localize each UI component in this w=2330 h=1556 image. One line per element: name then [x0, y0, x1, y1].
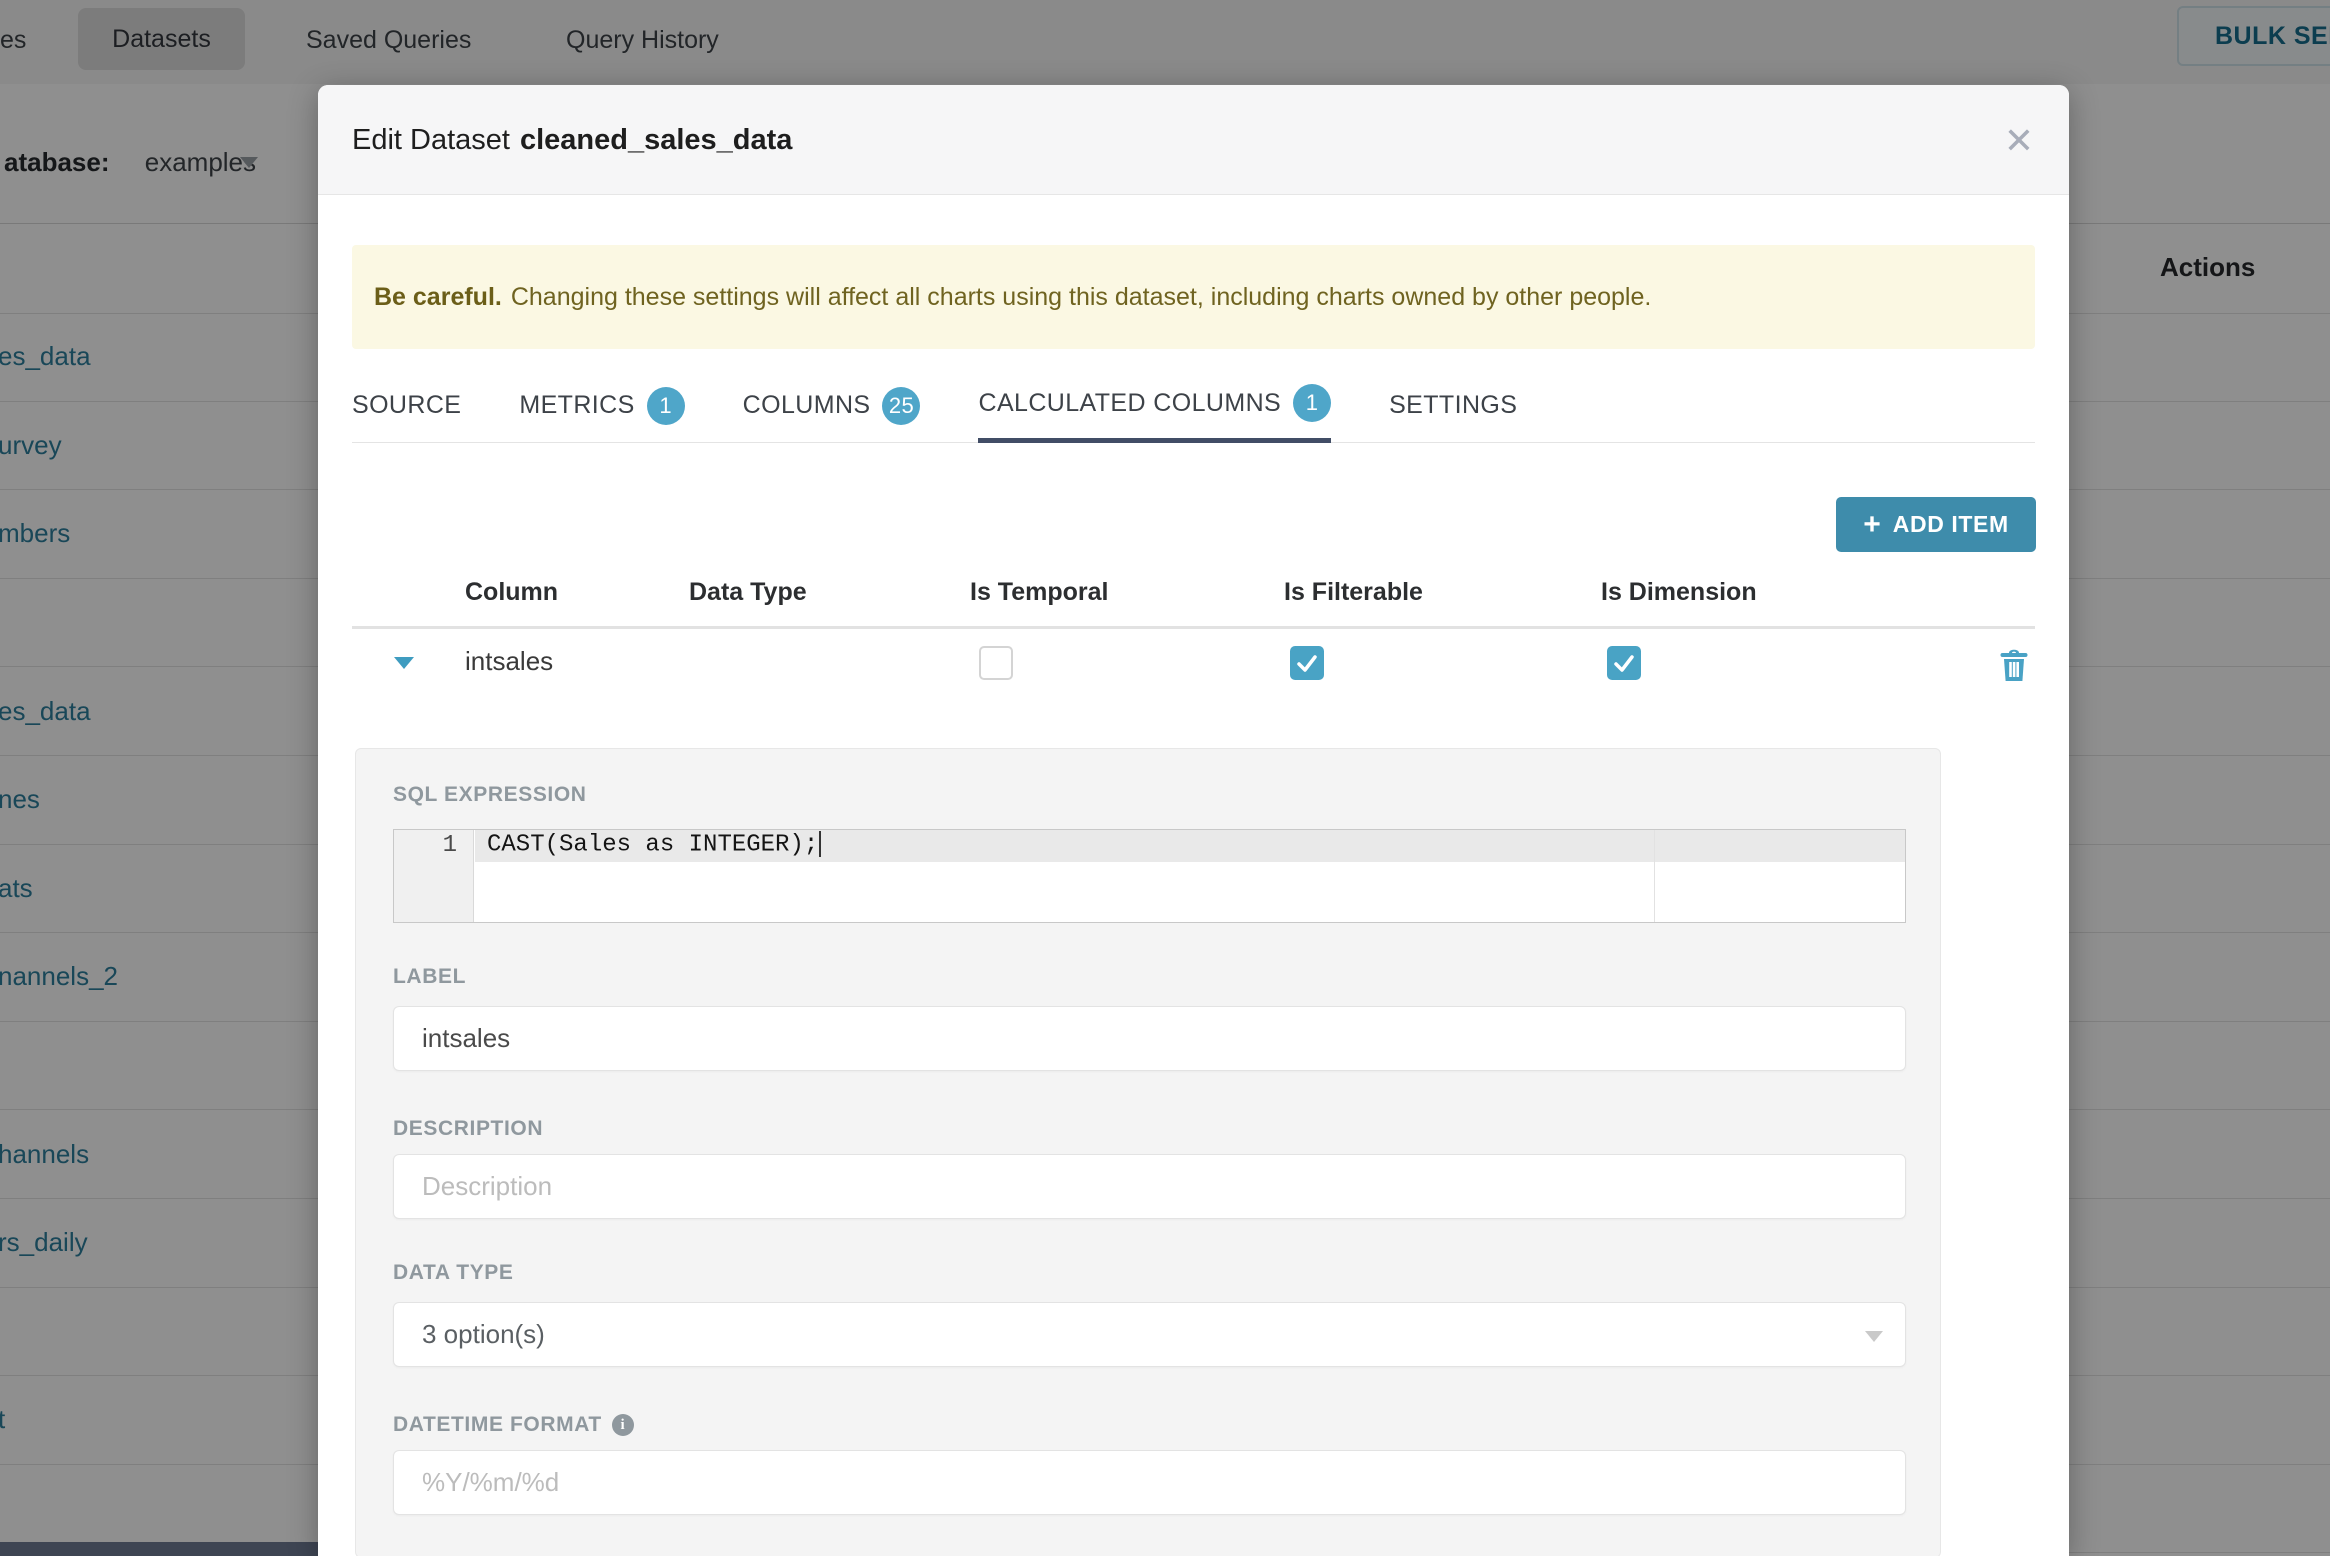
modal-tabs: SOURCE METRICS 1 COLUMNS 25 CALCULATED C… [352, 368, 2035, 443]
tab-settings-label: SETTINGS [1389, 391, 1518, 419]
is-temporal-checkbox[interactable] [979, 646, 1013, 680]
sql-expression-label: SQL EXPRESSION [393, 783, 587, 806]
modal-header: Edit Dataset cleaned_sales_data ✕ [318, 85, 2069, 195]
data-type-select[interactable]: 3 option(s) [393, 1302, 1906, 1367]
sql-code: CAST(Sales as INTEGER); [487, 831, 822, 859]
tab-source-label: SOURCE [352, 391, 462, 419]
sql-code-text: CAST(Sales as INTEGER); [487, 831, 819, 859]
columns-count-badge: 25 [882, 386, 921, 425]
tab-columns-label: COLUMNS [742, 391, 871, 419]
warning-banner-text: Changing these settings will affect all … [510, 282, 1652, 311]
warning-banner: Be careful. Changing these settings will… [352, 245, 2035, 349]
metrics-count-badge: 1 [646, 386, 685, 425]
screen: es Datasets Saved Queries Query History … [0, 0, 2330, 1556]
add-item-button[interactable]: + ADD ITEM [1836, 497, 2036, 552]
column-header-is-temporal: Is Temporal [970, 578, 1109, 606]
tab-calculated-columns[interactable]: CALCULATED COLUMNS 1 [978, 368, 1332, 443]
datetime-format-label-text: DATETIME FORMAT [393, 1413, 602, 1436]
add-item-label: ADD ITEM [1892, 511, 2009, 537]
is-filterable-checkbox[interactable] [1290, 646, 1324, 680]
close-icon[interactable]: ✕ [1995, 117, 2043, 165]
sql-expression-editor[interactable]: 1 CAST(Sales as INTEGER); [393, 829, 1906, 923]
data-type-field-label: DATA TYPE [393, 1261, 514, 1284]
column-header-column: Column [465, 578, 559, 606]
tab-columns[interactable]: COLUMNS 25 [743, 368, 921, 443]
text-cursor [819, 831, 822, 857]
tab-settings[interactable]: SETTINGS [1389, 368, 1517, 443]
tab-metrics[interactable]: METRICS 1 [519, 368, 685, 443]
calculated-columns-count-badge: 1 [1293, 384, 1332, 422]
is-dimension-checkbox[interactable] [1607, 646, 1641, 680]
column-header-is-filterable: Is Filterable [1284, 578, 1423, 606]
modal-title-prefix: Edit Dataset [352, 123, 510, 156]
label-field-label: LABEL [393, 965, 466, 988]
editor-line-number: 1 [394, 830, 474, 922]
tab-source[interactable]: SOURCE [352, 368, 461, 443]
datetime-format-field-label: DATETIME FORMAT i [393, 1413, 634, 1437]
chevron-down-icon [1865, 1331, 1883, 1342]
label-input[interactable] [393, 1006, 1906, 1071]
tab-metrics-label: METRICS [519, 391, 635, 419]
tab-calculated-columns-label: CALCULATED COLUMNS [978, 388, 1282, 417]
plus-icon: + [1863, 507, 1881, 541]
modal-title: Edit Dataset cleaned_sales_data [352, 85, 792, 195]
data-type-select-value: 3 option(s) [422, 1319, 545, 1349]
delete-trash-icon[interactable] [1998, 649, 2030, 683]
check-icon [1297, 655, 1317, 672]
datetime-format-input[interactable] [393, 1450, 1906, 1515]
editor-print-margin [1654, 830, 1655, 922]
calculated-column-detail-panel: SQL EXPRESSION 1 CAST(Sales as INTEGER);… [355, 748, 1941, 1556]
description-input[interactable] [393, 1154, 1906, 1219]
column-header-data-type: Data Type [689, 578, 807, 606]
modal-title-dataset-name: cleaned_sales_data [519, 123, 793, 156]
edit-dataset-modal: Edit Dataset cleaned_sales_data ✕ Be car… [318, 85, 2069, 1556]
description-field-label: DESCRIPTION [393, 1117, 544, 1140]
warning-banner-bold: Be careful. [374, 282, 502, 311]
column-header-is-dimension: Is Dimension [1601, 578, 1757, 606]
info-icon[interactable]: i [611, 1414, 634, 1436]
check-icon [1614, 655, 1634, 672]
divider [352, 626, 2035, 629]
calculated-column-name: intsales [465, 646, 554, 676]
expand-row-caret-icon[interactable] [394, 657, 414, 669]
